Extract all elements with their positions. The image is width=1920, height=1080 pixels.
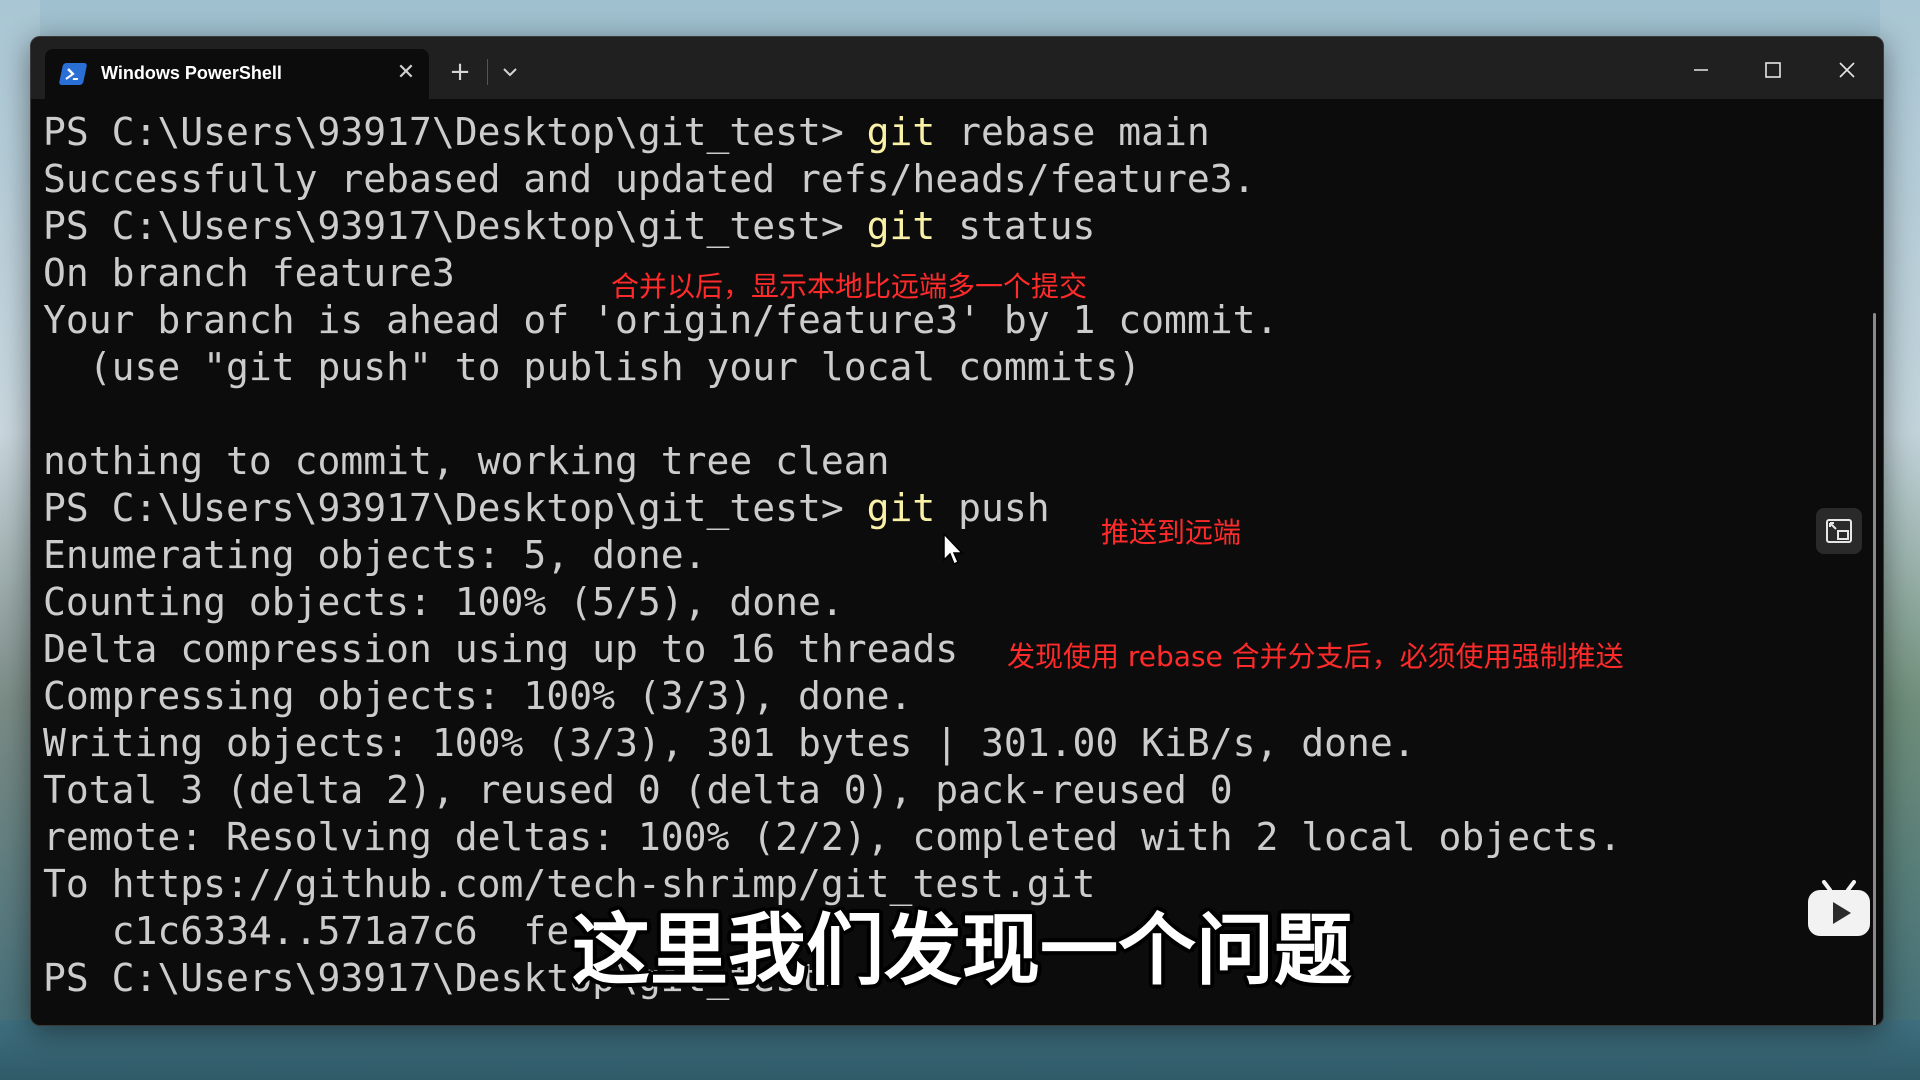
terminal-line: On branch feature3 [43,251,455,295]
terminal-line: Writing objects: 100% (3/3), 301 bytes |… [43,721,1416,765]
powershell-icon [58,63,88,85]
picture-in-picture-icon[interactable] [1816,508,1862,554]
desktop-background-right [1880,0,1920,1080]
video-subtitle: 这里我们发现一个问题 [572,906,1353,996]
tab-separator [487,59,488,85]
minimize-button[interactable] [1681,53,1721,87]
terminal-line: nothing to commit, working tree clean [43,439,890,483]
new-tab-button[interactable]: + [445,57,475,87]
terminal-line: PS C:\Users\93917\Desktop\git_test> git … [43,110,1210,154]
terminal-line: Total 3 (delta 2), reused 0 (delta 0), p… [43,768,1233,812]
terminal-line: Compressing objects: 100% (3/3), done. [43,674,913,718]
terminal-line: c1c6334..571a7c6 fe [43,909,570,953]
terminal-line: Counting objects: 100% (5/5), done. [43,580,844,624]
terminal-line: Enumerating objects: 5, done. [43,533,707,577]
maximize-button[interactable] [1753,53,1793,87]
terminal-line: remote: Resolving deltas: 100% (2/2), co… [43,815,1622,859]
mouse-cursor-icon [942,532,964,570]
video-play-logo-icon [1806,878,1872,940]
terminal-output[interactable]: PS C:\Users\93917\Desktop\git_test> git … [43,109,1833,1017]
annotation-rebase-note: 发现使用 rebase 合并分支后，必须使用强制推送 [1007,640,1624,673]
annotation-merge-note: 合并以后，显示本地比远端多一个提交 [611,270,1088,303]
chevron-down-icon[interactable] [495,57,525,87]
terminal-line: PS C:\Users\93917\Desktop\git_test> git … [43,204,1096,248]
annotation-push-note: 推送到远端 [1101,516,1242,549]
terminal-line: PS C:\Users\93917\Desktop\git_test> git … [43,486,1050,530]
terminal-line: (use "git push" to publish your local co… [43,345,1142,389]
tab-close-icon[interactable]: ✕ [393,60,419,86]
tab-title: Windows PowerShell [101,63,282,83]
close-window-button[interactable] [1827,53,1867,87]
powershell-window: Windows PowerShell ✕ + PS C:\Users\93917… [30,36,1884,1026]
title-bar: Windows PowerShell ✕ + [31,37,1883,99]
scrollbar[interactable] [1873,313,1876,1025]
terminal-line: Successfully rebased and updated refs/he… [43,157,1256,201]
desktop-background-bottom [0,1020,1920,1080]
terminal-line: Delta compression using up to 16 threads [43,627,959,671]
tab-powershell[interactable]: Windows PowerShell ✕ [45,49,429,99]
